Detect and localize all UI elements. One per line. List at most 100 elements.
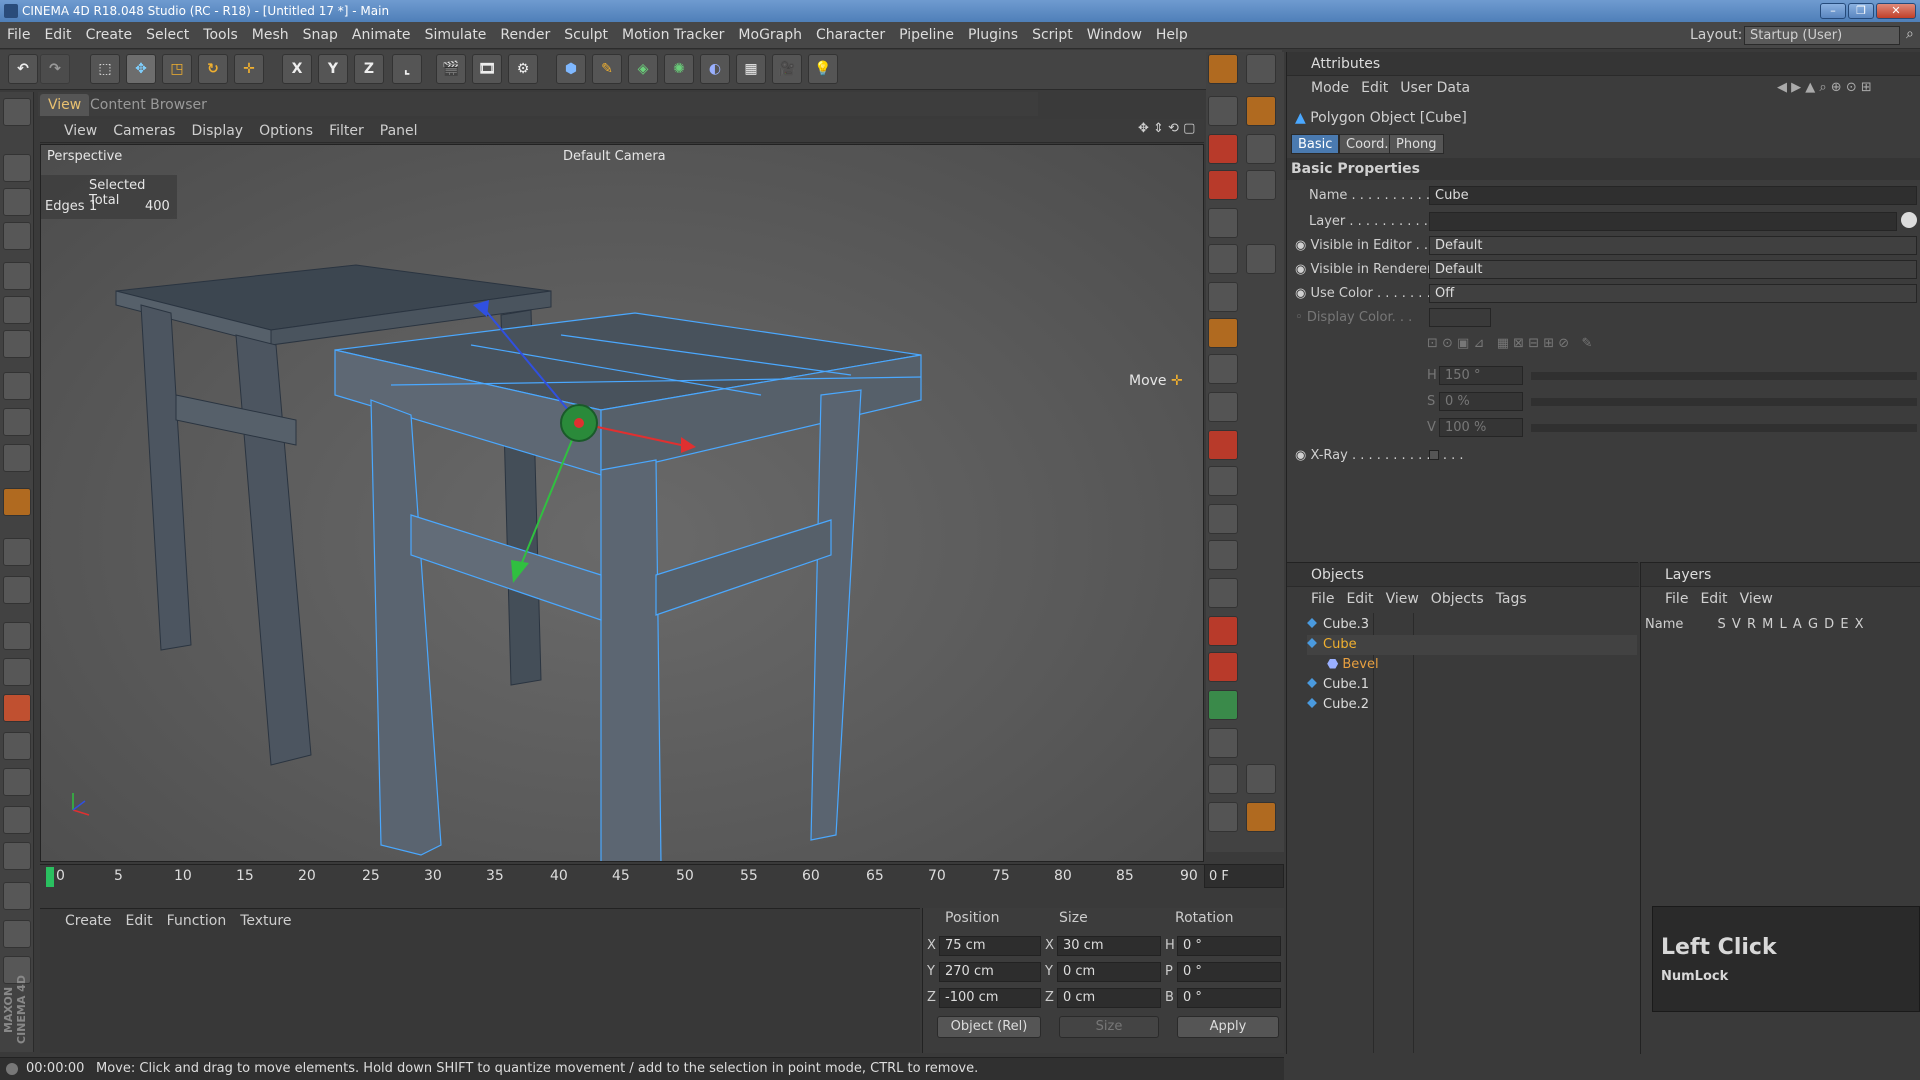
size-mode-dropdown[interactable]: Size <box>1059 1016 1159 1038</box>
close-button[interactable]: ✕ <box>1876 3 1916 19</box>
hair-icon[interactable] <box>1208 540 1238 570</box>
menu-window[interactable]: Window <box>1080 22 1149 49</box>
subdivision-surface-icon[interactable]: ◈ <box>628 54 658 84</box>
cube-red-2-icon[interactable] <box>1208 170 1238 200</box>
viewport-navigation-icons[interactable]: ✥ ⇕ ⟲ ▢ <box>1138 121 1195 136</box>
objects-menu-view[interactable]: View <box>1380 591 1425 607</box>
menu-mesh[interactable]: Mesh <box>245 22 296 49</box>
value-field[interactable]: 100 % <box>1439 418 1523 437</box>
menu-script[interactable]: Script <box>1025 22 1080 49</box>
viewport-menu-view[interactable]: View <box>40 119 105 143</box>
attributes-menu-mode[interactable]: Mode <box>1305 80 1355 96</box>
shapes-icon[interactable] <box>1246 764 1276 794</box>
menu-mograph[interactable]: MoGraph <box>731 22 809 49</box>
tab-basic[interactable]: Basic <box>1291 134 1340 154</box>
viewport-menu-panel[interactable]: Panel <box>372 119 426 143</box>
timeline-playhead[interactable] <box>46 867 54 887</box>
layer-field[interactable] <box>1429 212 1897 231</box>
viewport-menu-filter[interactable]: Filter <box>321 119 372 143</box>
menu-animate[interactable]: Animate <box>345 22 418 49</box>
menu-help[interactable]: Help <box>1149 22 1195 49</box>
size-x-field[interactable]: 30 cm <box>1057 936 1161 956</box>
symmetry-icon[interactable] <box>1208 244 1238 274</box>
material-menu-create[interactable]: Create <box>58 909 119 933</box>
rotation-p-field[interactable]: 0 ° <box>1177 962 1281 982</box>
make-editable-icon[interactable] <box>3 98 31 126</box>
brush-icon[interactable] <box>1208 282 1238 312</box>
use-color-dropdown[interactable]: Off <box>1429 284 1917 303</box>
z-axis-lock-button[interactable]: Z <box>354 54 384 84</box>
extrude-nurbs-icon[interactable] <box>1208 392 1238 422</box>
rotate-tool-icon[interactable]: ↻ <box>198 54 228 84</box>
material-menu-edit[interactable]: Edit <box>119 909 160 933</box>
x-particles-icon[interactable] <box>1208 504 1238 534</box>
object-row-cube2[interactable]: Cube.2 <box>1307 695 1637 715</box>
objects-menu-file[interactable]: File <box>1305 591 1340 607</box>
uv-3d-icon[interactable] <box>1246 134 1276 164</box>
value-slider[interactable] <box>1531 424 1917 432</box>
viewport-menu-cameras[interactable]: Cameras <box>105 119 183 143</box>
object-row-bevel[interactable]: ⬣ Bevel <box>1327 655 1637 675</box>
rotate-uv-icon[interactable] <box>1246 244 1276 274</box>
magnet-brush-icon[interactable] <box>1246 96 1276 126</box>
objects-menu-edit[interactable]: Edit <box>1340 591 1379 607</box>
material-menu-texture[interactable]: Texture <box>233 909 298 933</box>
position-y-field[interactable]: 270 cm <box>939 962 1041 982</box>
light-icon[interactable]: 💡 <box>808 54 838 84</box>
objects-menu-objects[interactable]: Objects <box>1425 591 1490 607</box>
current-frame-field[interactable]: 0 F <box>1204 864 1284 888</box>
model-mode-icon[interactable] <box>3 154 31 182</box>
coordinate-system-icon[interactable]: ⌞ <box>392 54 422 84</box>
menu-render[interactable]: Render <box>493 22 557 49</box>
menu-edit[interactable]: Edit <box>37 22 78 49</box>
undo-icon[interactable]: ↶ <box>8 54 38 84</box>
planar-snap-icon[interactable] <box>3 576 31 604</box>
render-settings-icon[interactable]: ⚙ <box>508 54 538 84</box>
layers-menu-edit[interactable]: Edit <box>1694 591 1733 607</box>
menu-pipeline[interactable]: Pipeline <box>892 22 961 49</box>
saturation-slider[interactable] <box>1531 398 1917 406</box>
uv-2d-icon[interactable] <box>1246 170 1276 200</box>
x-axis-lock-button[interactable]: X <box>282 54 312 84</box>
objects-menu-tags[interactable]: Tags <box>1490 591 1533 607</box>
text-icon[interactable] <box>1208 802 1238 832</box>
move-tool-icon[interactable]: ✥ <box>126 54 156 84</box>
menu-motion-tracker[interactable]: Motion Tracker <box>615 22 731 49</box>
hue-slider[interactable] <box>1531 372 1917 380</box>
object-row-cube3[interactable]: Cube.3 <box>1307 615 1637 635</box>
apply-button[interactable]: Apply <box>1177 1016 1279 1038</box>
cube-red-icon[interactable] <box>1208 134 1238 164</box>
tab-content-browser[interactable]: Content Browser <box>82 94 215 116</box>
snap-icon[interactable] <box>3 444 31 472</box>
attributes-menu-user-data[interactable]: User Data <box>1394 80 1476 96</box>
camera-icon[interactable]: 🎥 <box>772 54 802 84</box>
layers-menu-view[interactable]: View <box>1734 591 1779 607</box>
layout-dropdown[interactable]: Startup (User) <box>1744 26 1900 45</box>
grid-snap-icon[interactable] <box>3 538 31 566</box>
hue-field[interactable]: 150 ° <box>1439 366 1523 385</box>
edge-tools-icon[interactable] <box>3 658 31 686</box>
object-row-cube[interactable]: Cube <box>1307 635 1637 655</box>
y-axis-lock-button[interactable]: Y <box>318 54 348 84</box>
polygon-tools-icon[interactable] <box>3 694 31 722</box>
z-layer-icon[interactable] <box>1208 578 1238 608</box>
minimize-button[interactable]: – <box>1820 3 1846 19</box>
tab-phong[interactable]: Phong <box>1389 134 1444 154</box>
workplane-mode-icon[interactable] <box>3 222 31 250</box>
deformer-icon[interactable]: ◐ <box>700 54 730 84</box>
lathe-icon[interactable] <box>1208 466 1238 496</box>
restore-button[interactable]: ❐ <box>1848 3 1874 19</box>
sculpt-layout-icon[interactable] <box>1208 54 1238 84</box>
bridge-icon[interactable] <box>3 768 31 796</box>
layer-picker-icon[interactable] <box>1901 212 1917 228</box>
menu-snap[interactable]: Snap <box>296 22 345 49</box>
layers-menu-file[interactable]: File <box>1659 591 1694 607</box>
rotation-h-field[interactable]: 0 ° <box>1177 936 1281 956</box>
object-axis-icon[interactable] <box>1208 208 1238 238</box>
position-x-field[interactable]: 75 cm <box>939 936 1041 956</box>
viewport-menu-options[interactable]: Options <box>251 119 321 143</box>
saturation-field[interactable]: 0 % <box>1439 392 1523 411</box>
axis-mode-icon[interactable] <box>3 372 31 400</box>
tab-coord[interactable]: Coord. <box>1339 134 1396 154</box>
polygons-mode-icon[interactable] <box>3 330 31 358</box>
